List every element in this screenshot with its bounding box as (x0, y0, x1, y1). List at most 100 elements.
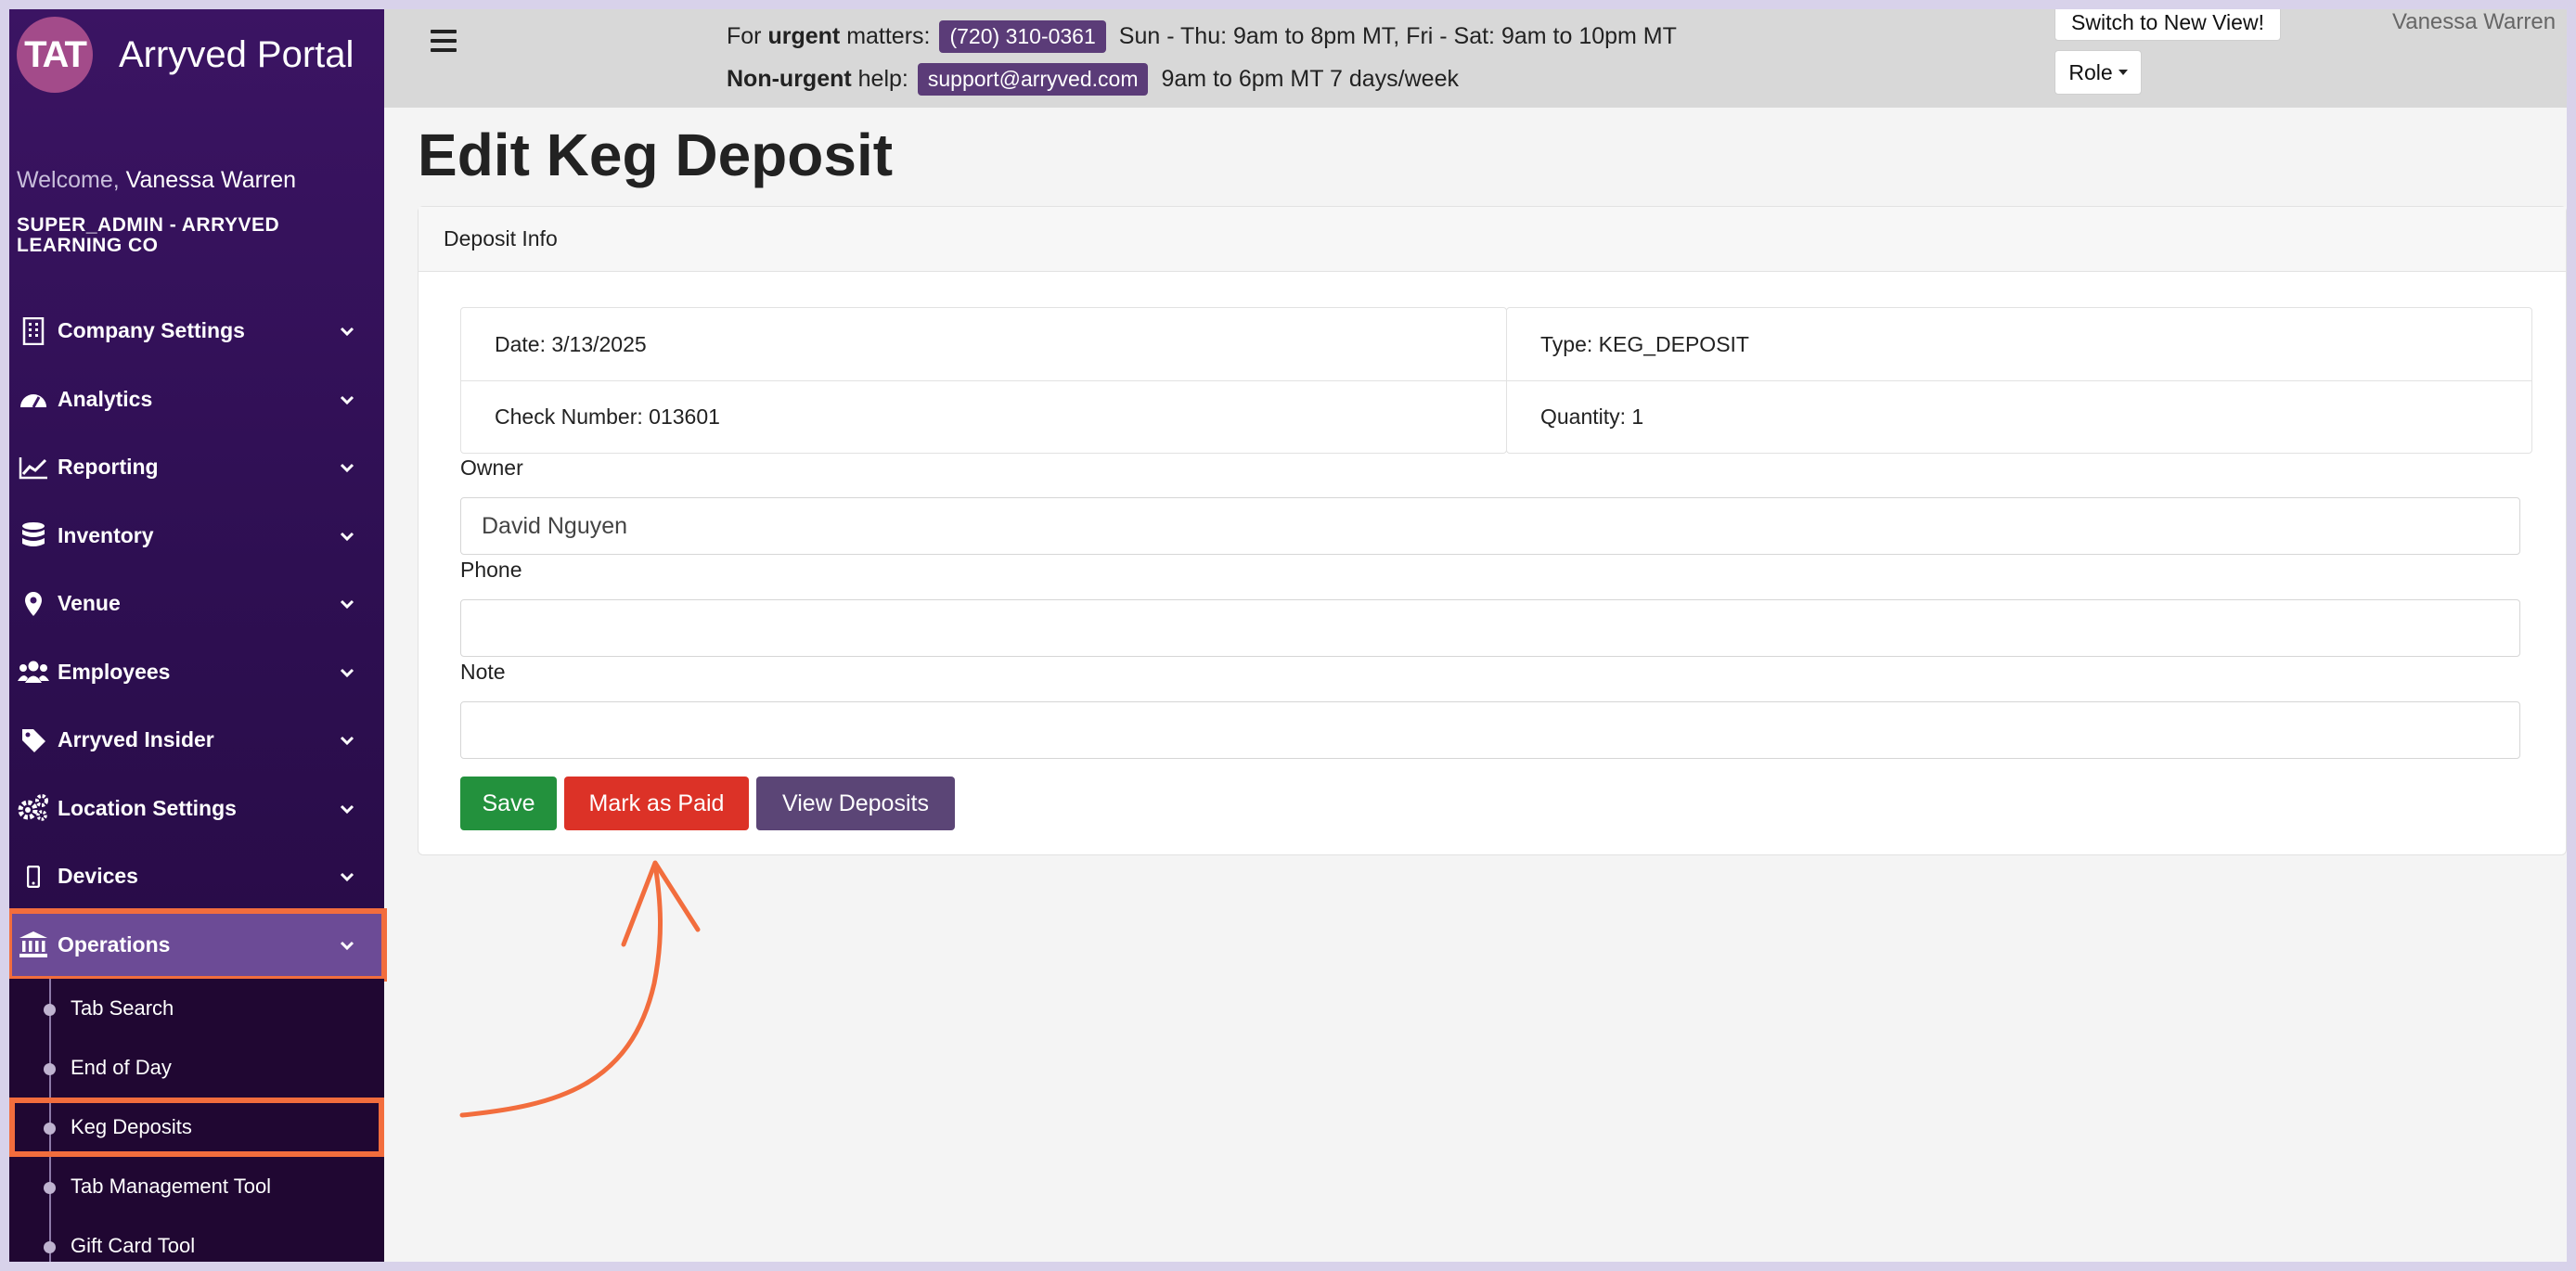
brand[interactable]: TAT Arryved Portal (17, 15, 354, 95)
owner-label: Owner (460, 456, 523, 480)
sidebar-item-label: Inventory (58, 522, 154, 547)
sidebar-subitem-label: Tab Management Tool (71, 1175, 272, 1198)
save-button[interactable]: Save (460, 777, 557, 830)
nonurgent-suffix: help: (857, 66, 908, 92)
sidebar-item-company-settings[interactable]: Company Settings (9, 297, 384, 366)
sidebar-item-label: Venue (58, 591, 121, 616)
urgent-suffix: matters: (846, 23, 931, 49)
sidebar-item-label: Location Settings (58, 795, 237, 820)
sidebar-subitem-label: Tab Search (71, 996, 174, 1020)
operations-submenu: Tab Search End of Day Keg Deposits Tab M… (9, 979, 384, 1262)
urgent-prefix: For (727, 23, 762, 49)
chevron-down-icon (340, 395, 354, 404)
bullet-icon (44, 1182, 56, 1194)
chevron-down-icon (340, 532, 354, 541)
sidebar-item-label: Employees (58, 659, 171, 684)
check-number-row: Check Number: 013601 (461, 380, 1506, 453)
sidebar-item-devices[interactable]: Devices (9, 842, 384, 911)
menu-toggle-icon[interactable] (431, 30, 457, 58)
sidebar-item-label: Reporting (58, 455, 159, 480)
mobile-icon (17, 860, 50, 893)
chevron-down-icon (340, 941, 354, 950)
sidebar-subitem-label: Gift Card Tool (71, 1234, 196, 1257)
role-dropdown[interactable]: Role (2054, 50, 2142, 95)
sidebar-subitem-tab-search[interactable]: Tab Search (9, 979, 384, 1038)
sidebar-item-label: Devices (58, 864, 138, 889)
sidebar-subitem-label: End of Day (71, 1056, 172, 1079)
switch-view-label: Switch to New View! (2071, 9, 2264, 34)
sidebar-subitem-keg-deposits[interactable]: Keg Deposits (9, 1098, 384, 1157)
mark-as-paid-button[interactable]: Mark as Paid (564, 777, 749, 830)
sidebar-item-operations[interactable]: Operations (9, 907, 387, 982)
caret-down-icon (2118, 70, 2128, 75)
sidebar-subitem-tab-management-tool[interactable]: Tab Management Tool (9, 1157, 384, 1216)
type-row: Type: KEG_DEPOSIT (1540, 331, 1749, 356)
company-name: SUPER_ADMIN - ARRYVED LEARNING CO (17, 214, 280, 256)
building-icon (17, 315, 50, 348)
deposit-details-right: Type: KEG_DEPOSIT Quantity: 1 (1506, 307, 2532, 454)
speedometer-icon (17, 382, 50, 416)
switch-view-button[interactable]: Switch to New View! (2054, 9, 2281, 41)
tag-icon (17, 724, 50, 757)
urgent-support-line: For urgent matters: (720) 310-0361 Sun -… (727, 20, 1677, 53)
quantity-row: Quantity: 1 (1507, 380, 2531, 453)
chevron-down-icon (340, 736, 354, 746)
deposit-details-left: Date: 3/13/2025 Check Number: 013601 (460, 307, 1507, 454)
sidebar-item-location-settings[interactable]: Location Settings (9, 775, 384, 843)
users-icon (17, 655, 50, 688)
bullet-icon (44, 1004, 56, 1016)
sidebar-subitem-gift-card-tool[interactable]: Gift Card Tool (9, 1216, 384, 1262)
sidebar-subitem-label: Keg Deposits (71, 1115, 192, 1138)
sidebar-item-venue[interactable]: Venue (9, 570, 384, 638)
chevron-down-icon (340, 668, 354, 677)
sidebar: TAT Arryved Portal Welcome, Vanessa Warr… (9, 9, 387, 1262)
support-email-badge: support@arryved.com (917, 63, 1149, 96)
phone-label: Phone (460, 558, 522, 582)
bullet-icon (44, 1241, 56, 1253)
chevron-down-icon (340, 463, 354, 473)
chevron-down-icon (340, 327, 354, 337)
role-label: Role (2068, 59, 2113, 84)
nonurgent-support-line: Non-urgent help: support@arryved.com 9am… (727, 63, 1459, 96)
chevron-down-icon (340, 599, 354, 610)
chevron-down-icon (340, 804, 354, 814)
nonurgent-bold: Non-urgent (727, 66, 852, 92)
sidebar-item-analytics[interactable]: Analytics (9, 366, 384, 434)
sidebar-item-label: Company Settings (58, 318, 245, 343)
urgent-bold: urgent (767, 23, 841, 49)
sidebar-item-arryved-insider[interactable]: Arryved Insider (9, 706, 384, 775)
gears-icon (17, 791, 50, 825)
sidebar-item-label: Operations (58, 931, 171, 956)
support-phone-badge: (720) 310-0361 (939, 20, 1106, 53)
sidebar-nav: Company Settings Analytics Reporting Inv… (9, 297, 387, 1262)
bank-icon (17, 928, 50, 961)
welcome-user: Vanessa Warren (125, 167, 297, 193)
view-deposits-button[interactable]: View Deposits (756, 777, 955, 830)
chart-line-icon (17, 451, 50, 484)
bullet-icon (44, 1063, 56, 1075)
phone-field[interactable] (460, 599, 2520, 657)
welcome-label: Welcome, (17, 167, 120, 193)
owner-field[interactable] (460, 497, 2520, 555)
user-menu[interactable]: Vanessa Warren (2392, 9, 2556, 35)
sidebar-item-employees[interactable]: Employees (9, 638, 384, 707)
sidebar-item-label: Arryved Insider (58, 727, 214, 752)
card-header: Deposit Info (419, 207, 2566, 272)
nonurgent-hours: 9am to 6pm MT 7 days/week (1161, 66, 1459, 92)
sidebar-item-reporting[interactable]: Reporting (9, 433, 384, 502)
welcome-message: Welcome, Vanessa Warren (17, 167, 296, 194)
chevron-down-icon (340, 872, 354, 882)
sidebar-item-label: Analytics (58, 386, 153, 411)
deposit-info-card: Deposit Info Date: 3/13/2025 Check Numbe… (418, 206, 2567, 855)
date-row: Date: 3/13/2025 (495, 331, 647, 356)
note-label: Note (460, 660, 506, 684)
map-pin-icon (17, 587, 50, 621)
page-title: Edit Keg Deposit (418, 122, 894, 188)
urgent-hours: Sun - Thu: 9am to 8pm MT, Fri - Sat: 9am… (1118, 23, 1677, 49)
annotation-arrow-icon (459, 860, 701, 1118)
top-bar: For urgent matters: (720) 310-0361 Sun -… (384, 9, 2567, 108)
sidebar-subitem-end-of-day[interactable]: End of Day (9, 1038, 384, 1098)
database-icon (17, 519, 50, 552)
sidebar-item-inventory[interactable]: Inventory (9, 502, 384, 571)
note-field[interactable] (460, 701, 2520, 759)
